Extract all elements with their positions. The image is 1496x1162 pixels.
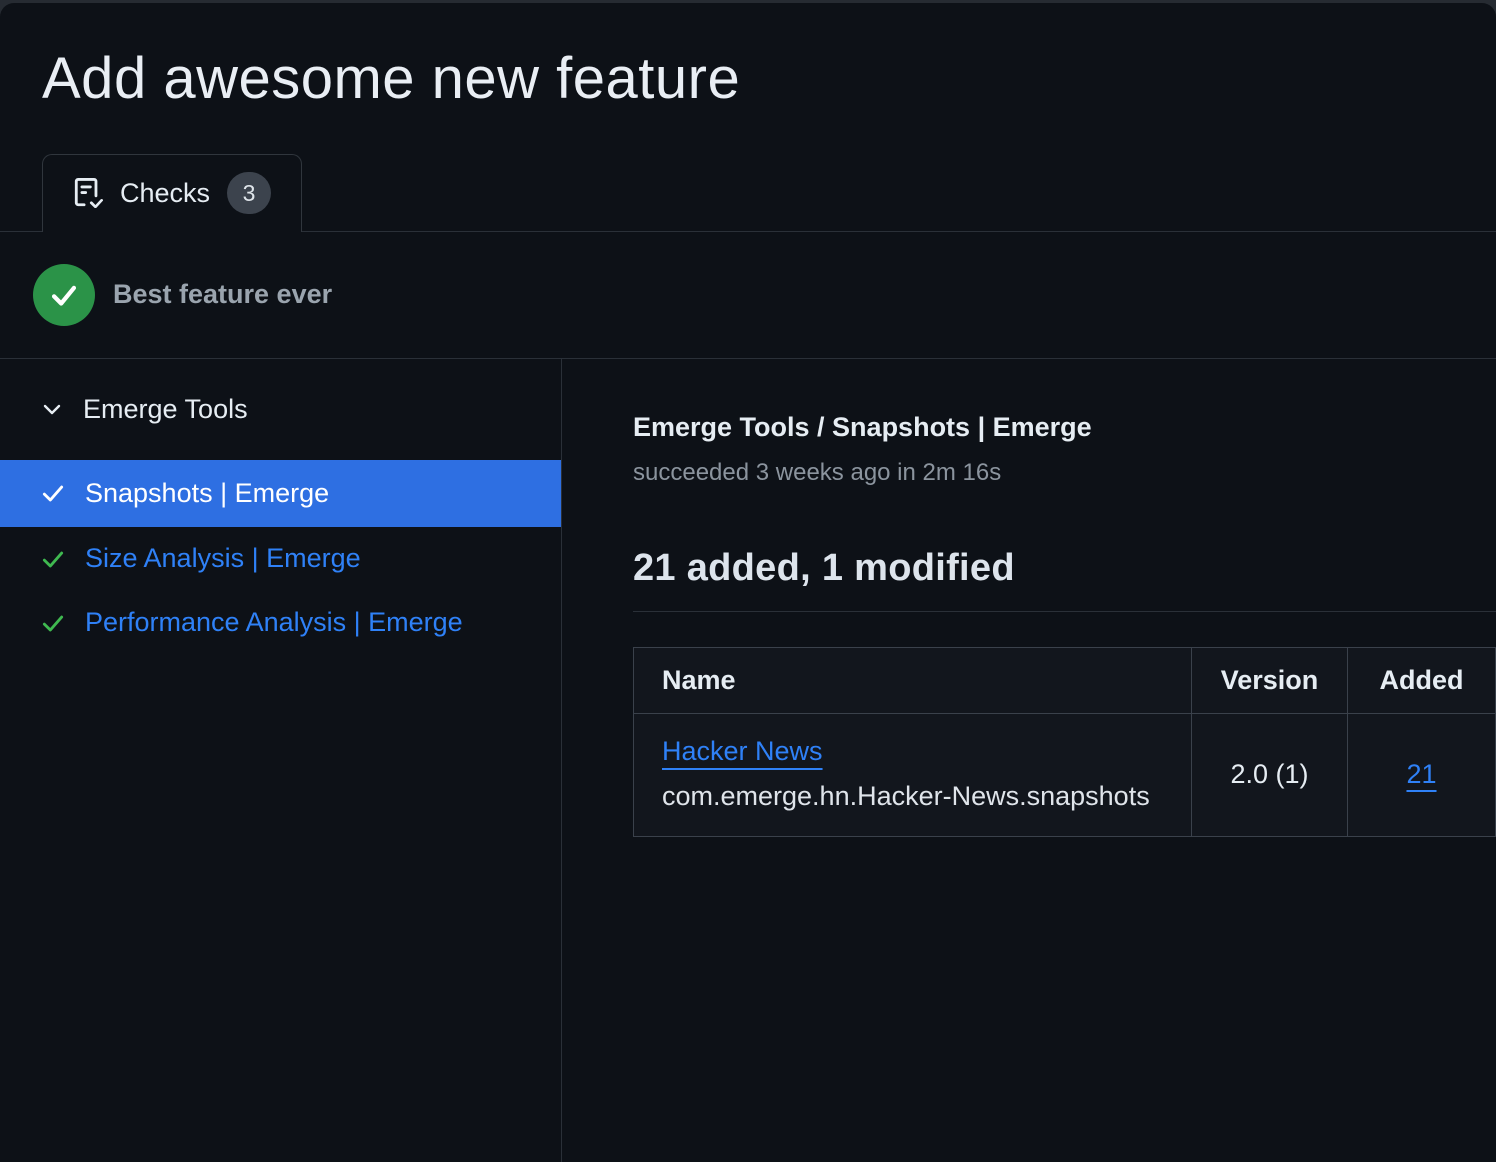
page-title: Add awesome new feature xyxy=(42,47,1496,112)
app-name-cell: Hacker News com.emerge.hn.Hacker-News.sn… xyxy=(634,713,1192,836)
chevron-down-icon xyxy=(40,397,64,421)
added-count-link[interactable]: 21 xyxy=(1406,759,1436,789)
tab-checks[interactable]: Checks 3 xyxy=(42,154,302,232)
sidebar-group-emerge-tools[interactable]: Emerge Tools xyxy=(0,359,561,460)
check-status-row: Best feature ever xyxy=(0,232,1496,359)
sidebar-item-label: Snapshots | Emerge xyxy=(85,478,329,509)
app-bundle-path: com.emerge.hn.Hacker-News.snapshots xyxy=(662,781,1163,812)
tab-checks-count-badge: 3 xyxy=(227,172,271,214)
content-area: Emerge Tools Snapshots | Emerge Size Ana… xyxy=(0,359,1496,1162)
page-header: Add awesome new feature xyxy=(0,3,1496,112)
check-icon xyxy=(40,610,66,636)
sidebar-item-snapshots[interactable]: Snapshots | Emerge xyxy=(0,460,561,527)
tab-checks-label: Checks xyxy=(120,178,210,209)
sidebar-item-performance-analysis[interactable]: Performance Analysis | Emerge xyxy=(0,591,561,655)
sidebar-item-label: Size Analysis | Emerge xyxy=(85,543,361,574)
sidebar-item-size-analysis[interactable]: Size Analysis | Emerge xyxy=(0,527,561,591)
column-header-version: Version xyxy=(1192,647,1348,713)
diff-summary-heading: 21 added, 1 modified xyxy=(633,547,1496,590)
sidebar-item-label: Performance Analysis | Emerge xyxy=(85,607,463,638)
tab-bar: Checks 3 xyxy=(0,154,1496,232)
app-name-link[interactable]: Hacker News xyxy=(662,736,823,767)
app-version-cell: 2.0 (1) xyxy=(1192,713,1348,836)
table-header-row: Name Version Added xyxy=(634,647,1496,713)
column-header-added: Added xyxy=(1348,647,1496,713)
column-header-name: Name xyxy=(634,647,1192,713)
run-title: Emerge Tools / Snapshots | Emerge xyxy=(633,412,1496,443)
summary-divider xyxy=(633,611,1496,612)
check-icon xyxy=(40,480,66,506)
run-subtitle: succeeded 3 weeks ago in 2m 16s xyxy=(633,459,1496,487)
sidebar-group-label: Emerge Tools xyxy=(83,394,248,425)
check-run-detail: Emerge Tools / Snapshots | Emerge succee… xyxy=(562,359,1496,1162)
check-icon xyxy=(40,546,66,572)
pull-request-panel: Add awesome new feature Checks 3 Best fe… xyxy=(0,3,1496,1162)
status-label: Best feature ever xyxy=(113,279,332,310)
snapshots-diff-table: Name Version Added Hacker News com.emerg… xyxy=(633,647,1496,837)
checklist-icon xyxy=(73,178,103,208)
app-added-cell: 21 xyxy=(1348,713,1496,836)
success-check-icon xyxy=(33,264,95,326)
checks-sidebar: Emerge Tools Snapshots | Emerge Size Ana… xyxy=(0,359,562,1162)
table-row: Hacker News com.emerge.hn.Hacker-News.sn… xyxy=(634,713,1496,836)
